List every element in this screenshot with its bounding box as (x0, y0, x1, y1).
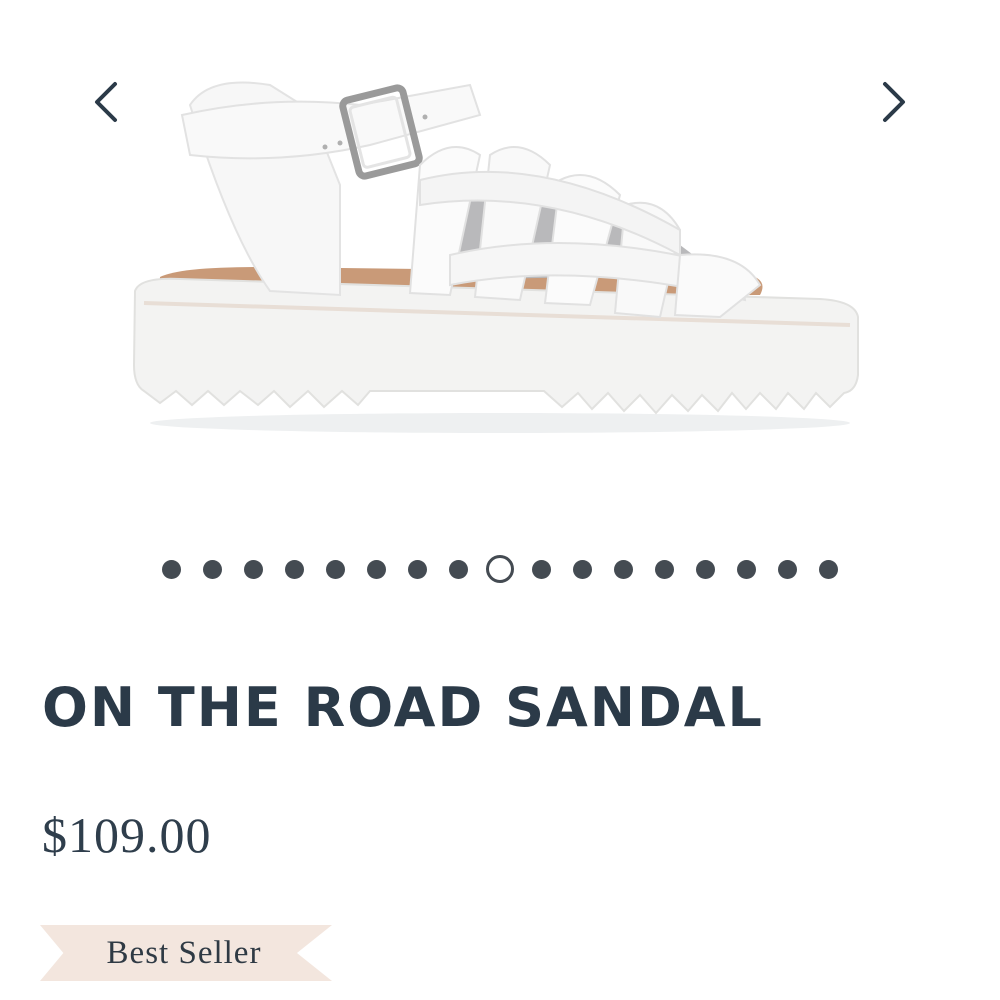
gallery-pagination-dots (0, 555, 1000, 583)
pagination-dot[interactable] (819, 559, 838, 579)
pagination-dot[interactable] (778, 559, 797, 579)
chevron-left-icon (95, 82, 117, 122)
pagination-dot-active[interactable] (486, 555, 514, 583)
pagination-dot[interactable] (326, 559, 345, 579)
next-image-button[interactable] (866, 74, 922, 130)
pagination-dot[interactable] (367, 559, 386, 579)
badge-label: Best Seller (106, 934, 262, 971)
pagination-dot[interactable] (655, 559, 674, 579)
pagination-dot[interactable] (696, 559, 715, 579)
pagination-dot[interactable] (408, 559, 427, 579)
product-image-sandal (132, 81, 859, 433)
pagination-dot[interactable] (737, 559, 756, 579)
pagination-dot[interactable] (614, 559, 633, 579)
product-image-gallery[interactable] (0, 0, 1000, 520)
pagination-dot[interactable] (162, 559, 181, 579)
best-seller-badge: Best Seller (40, 925, 332, 981)
pagination-dot[interactable] (244, 559, 263, 579)
pagination-dot[interactable] (449, 559, 468, 579)
pagination-dot[interactable] (573, 559, 592, 579)
pagination-dot[interactable] (203, 559, 222, 579)
pagination-dot[interactable] (285, 559, 304, 579)
product-price: $109.00 (42, 807, 212, 863)
pagination-dot[interactable] (532, 559, 551, 579)
product-title: ON THE ROAD SANDAL (42, 676, 764, 739)
chevron-right-icon (883, 82, 905, 122)
